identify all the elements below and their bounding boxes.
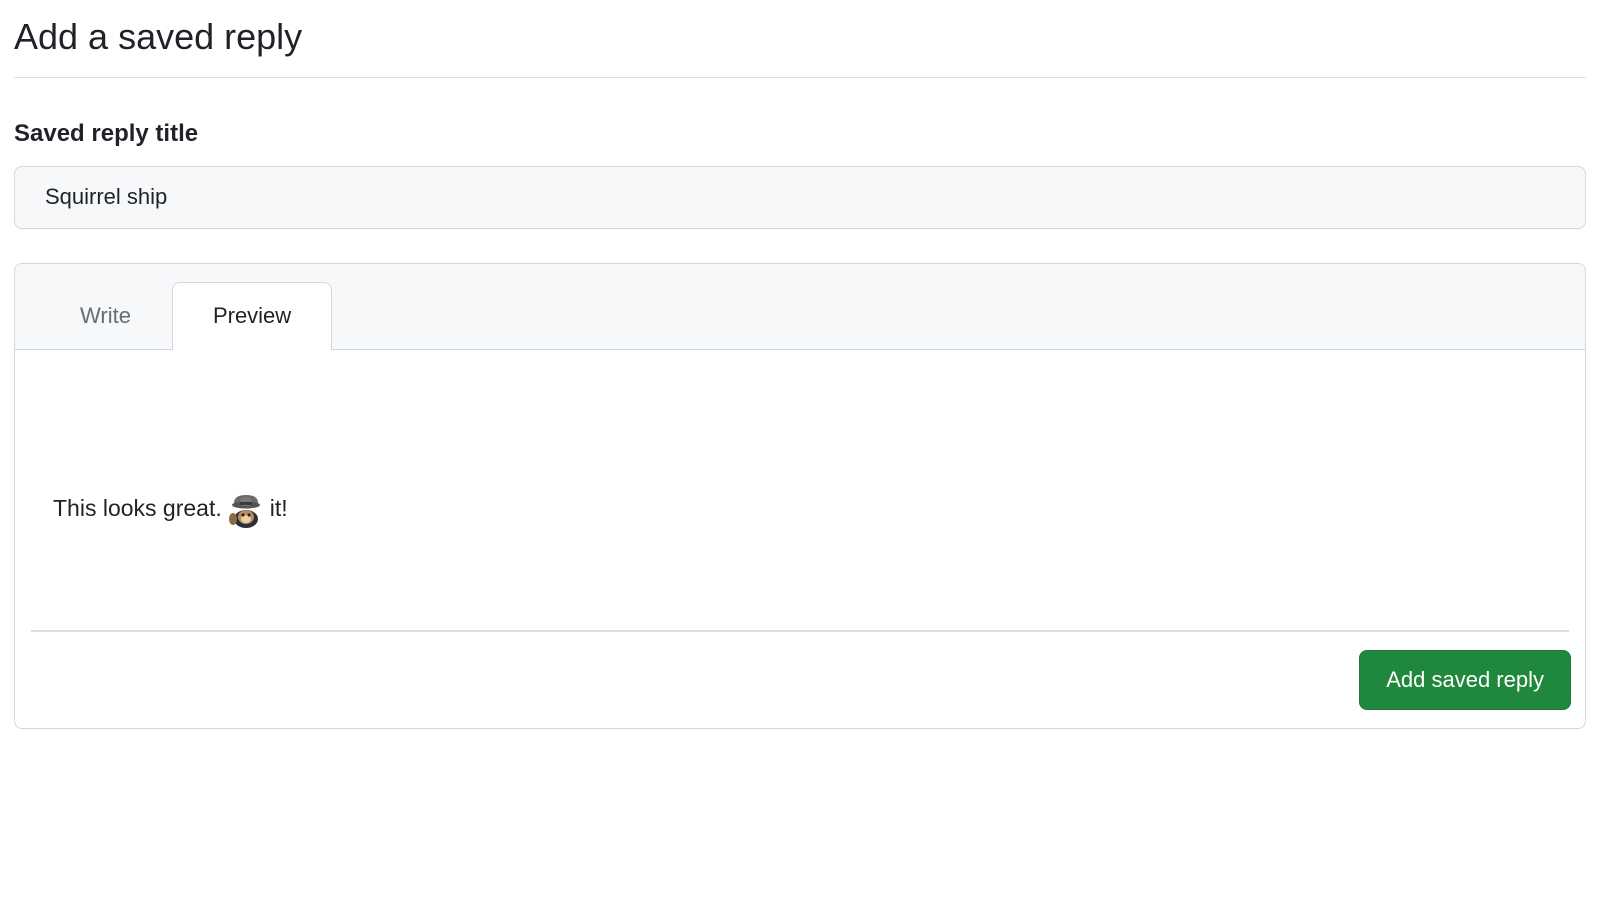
preview-text-before: This looks great. [53, 491, 222, 526]
add-saved-reply-button[interactable]: Add saved reply [1359, 650, 1571, 710]
preview-body: This looks great. it! [15, 350, 1585, 630]
page-title: Add a saved reply [14, 14, 1586, 59]
editor-tabs: Write Preview [15, 264, 1585, 350]
editor-divider [31, 630, 1569, 632]
shipit-squirrel-icon [226, 489, 266, 529]
editor-panel: Write Preview This looks great. [14, 263, 1586, 729]
preview-text: This looks great. it! [53, 414, 1547, 604]
title-input[interactable] [14, 166, 1586, 229]
tab-preview[interactable]: Preview [172, 282, 332, 350]
form-actions: Add saved reply [15, 650, 1585, 728]
tab-write[interactable]: Write [39, 282, 172, 349]
saved-reply-form: Add a saved reply Saved reply title Writ… [14, 14, 1586, 729]
divider [14, 77, 1586, 78]
preview-text-after: it! [270, 491, 288, 526]
title-label: Saved reply title [14, 120, 1586, 148]
